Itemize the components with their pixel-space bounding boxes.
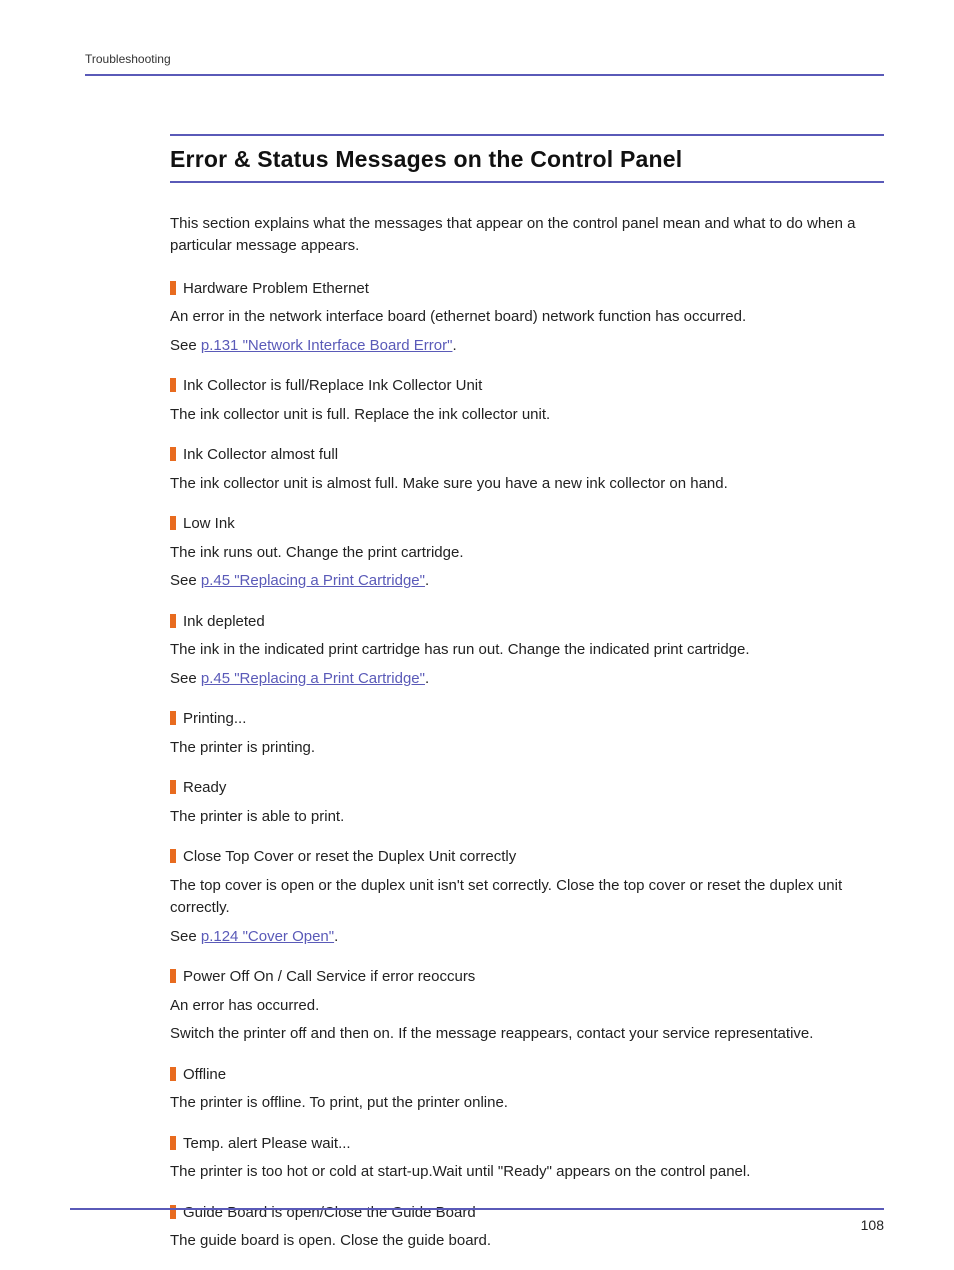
message-block: Ready The printer is able to print. [170,777,884,828]
cross-reference-link[interactable]: p.45 "Replacing a Print Cartridge" [201,670,425,687]
message-block: Ink depleted The ink in the indicated pri… [170,611,884,691]
message-title: Ready [170,777,884,800]
see-label: See [170,670,201,687]
message-title: Offline [170,1064,884,1087]
message-description: The printer is printing. [170,737,884,760]
message-description: Switch the printer off and then on. If t… [170,1023,884,1046]
message-description: The printer is too hot or cold at start-… [170,1161,884,1184]
message-title: Guide Board is open/Close the Guide Boar… [170,1202,884,1225]
message-description: The guide board is open. Close the guide… [170,1230,884,1253]
message-description: The ink collector unit is almost full. M… [170,473,884,496]
see-label: See [170,928,201,945]
message-description: The printer is offline. To print, put th… [170,1092,884,1115]
message-description: The top cover is open or the duplex unit… [170,875,884,920]
cross-reference-link[interactable]: p.131 "Network Interface Board Error" [201,337,453,354]
see-reference: See p.131 "Network Interface Board Error… [170,335,884,358]
see-reference: See p.45 "Replacing a Print Cartridge". [170,570,884,593]
message-description: An error has occurred. [170,995,884,1018]
message-title: Close Top Cover or reset the Duplex Unit… [170,846,884,869]
message-block: Printing... The printer is printing. [170,708,884,759]
message-title: Power Off On / Call Service if error reo… [170,966,884,989]
see-label: See [170,337,201,354]
section-top-rule [170,134,884,136]
messages-list: Hardware Problem Ethernet An error in the… [170,278,884,1253]
message-description: The ink in the indicated print cartridge… [170,639,884,662]
page-bottom-rule [70,1208,884,1210]
message-block: Power Off On / Call Service if error reo… [170,966,884,1046]
message-title: Ink Collector is full/Replace Ink Collec… [170,375,884,398]
message-block: Temp. alert Please wait... The printer is… [170,1133,884,1184]
intro-text: This section explains what the messages … [170,213,884,258]
page-title: Error & Status Messages on the Control P… [170,142,884,183]
cross-reference-link[interactable]: p.124 "Cover Open" [201,928,334,945]
see-reference: See p.45 "Replacing a Print Cartridge". [170,668,884,691]
page-number: 108 [861,1215,884,1236]
message-description: An error in the network interface board … [170,306,884,329]
message-block: Ink Collector almost full The ink collect… [170,444,884,495]
message-title: Ink depleted [170,611,884,634]
message-block: Low Ink The ink runs out. Change the prin… [170,513,884,593]
message-title: Hardware Problem Ethernet [170,278,884,301]
page-top-rule [85,74,884,76]
message-title: Printing... [170,708,884,731]
message-title: Ink Collector almost full [170,444,884,467]
message-title: Low Ink [170,513,884,536]
message-description: The ink collector unit is full. Replace … [170,404,884,427]
message-block: Ink Collector is full/Replace Ink Collec… [170,375,884,426]
breadcrumb: Troubleshooting [85,50,884,68]
message-description: The printer is able to print. [170,806,884,829]
message-block: Offline The printer is offline. To print,… [170,1064,884,1115]
message-block: Hardware Problem Ethernet An error in the… [170,278,884,358]
see-reference: See p.124 "Cover Open". [170,926,884,949]
message-block: Close Top Cover or reset the Duplex Unit… [170,846,884,948]
message-title: Temp. alert Please wait... [170,1133,884,1156]
cross-reference-link[interactable]: p.45 "Replacing a Print Cartridge" [201,572,425,589]
message-description: The ink runs out. Change the print cartr… [170,542,884,565]
see-label: See [170,572,201,589]
